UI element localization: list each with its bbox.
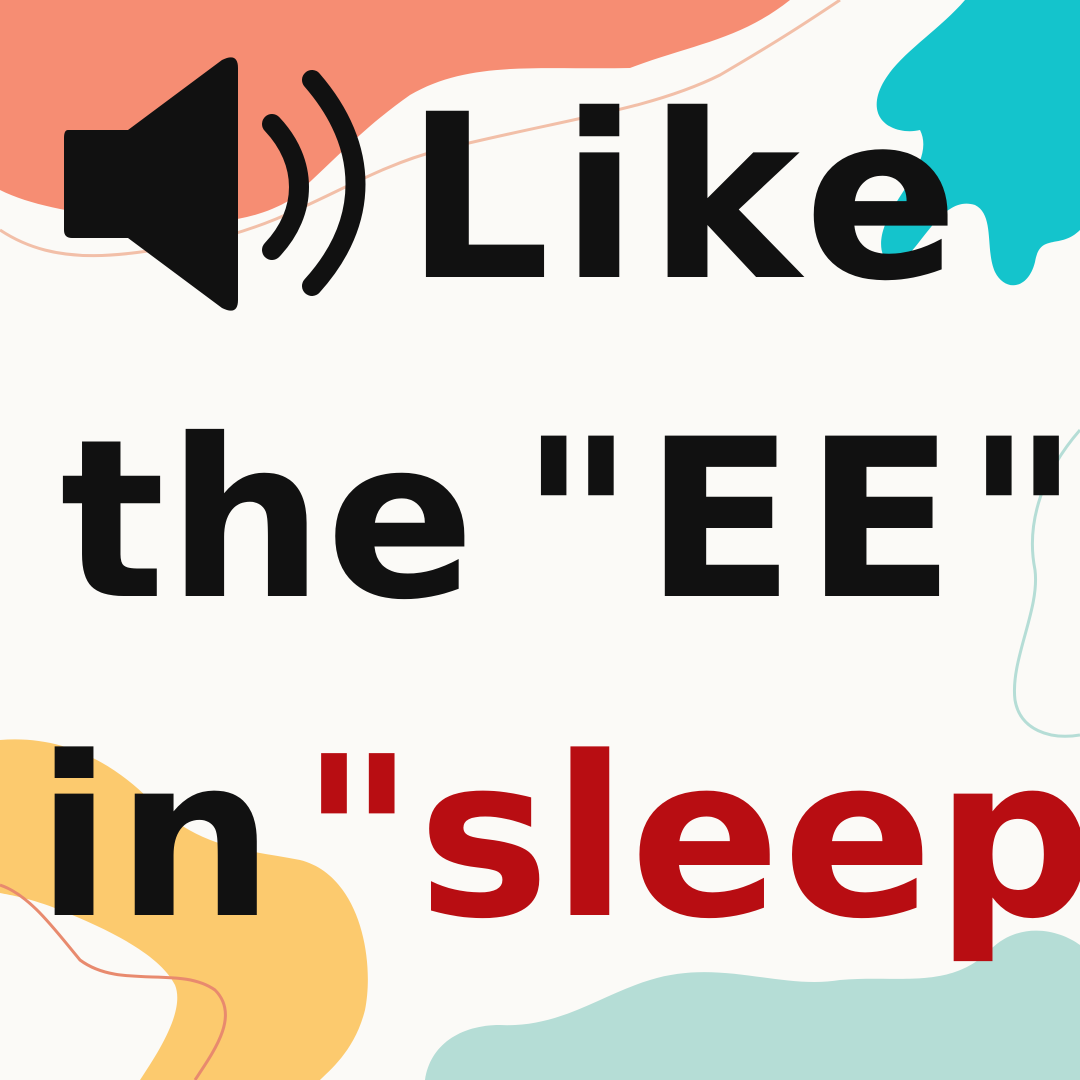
- word-in: in: [36, 710, 279, 968]
- word-like: Like: [405, 65, 969, 331]
- quoted-sleep: "sleep": [300, 710, 1080, 968]
- quoted-ee: "EE": [520, 392, 1080, 648]
- sound-wave-inner: [262, 114, 309, 260]
- sound-wave-outer: [302, 70, 366, 296]
- word-the: the: [60, 392, 477, 648]
- speaker-volume-icon: [64, 57, 366, 311]
- slide-canvas: Like the "EE" in "sleep": [0, 0, 1080, 1080]
- speaker-body: [64, 57, 238, 311]
